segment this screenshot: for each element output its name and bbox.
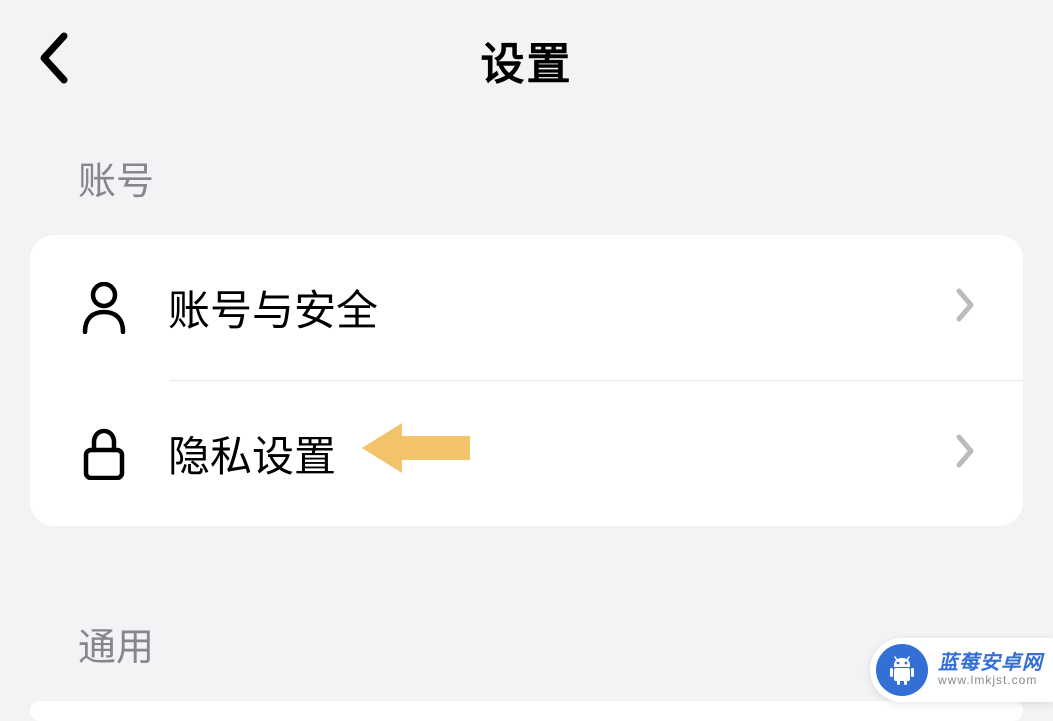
android-icon bbox=[876, 644, 928, 696]
list-item-privacy-settings[interactable]: 隐私设置 bbox=[30, 381, 1023, 526]
item-label: 隐私设置 bbox=[168, 423, 955, 484]
person-icon bbox=[78, 282, 130, 334]
account-card: 账号与安全 隐私设置 bbox=[30, 235, 1023, 526]
chevron-right-icon bbox=[955, 287, 975, 328]
page-header: 设置 bbox=[0, 0, 1053, 120]
page-title: 设置 bbox=[481, 28, 573, 92]
back-button[interactable] bbox=[28, 28, 78, 88]
general-card bbox=[30, 701, 1023, 721]
watermark-title: 蓝莓安卓网 bbox=[938, 652, 1043, 674]
watermark-url: www.lmkjst.com bbox=[938, 674, 1043, 687]
list-item-account-security[interactable]: 账号与安全 bbox=[30, 235, 1023, 380]
chevron-right-icon bbox=[955, 433, 975, 474]
watermark: 蓝莓安卓网 www.lmkjst.com bbox=[870, 638, 1053, 702]
chevron-left-icon bbox=[36, 30, 70, 86]
lock-icon bbox=[78, 428, 130, 480]
section-header-account: 账号 bbox=[0, 120, 1053, 235]
watermark-text: 蓝莓安卓网 www.lmkjst.com bbox=[938, 652, 1043, 687]
item-label: 账号与安全 bbox=[168, 277, 955, 338]
